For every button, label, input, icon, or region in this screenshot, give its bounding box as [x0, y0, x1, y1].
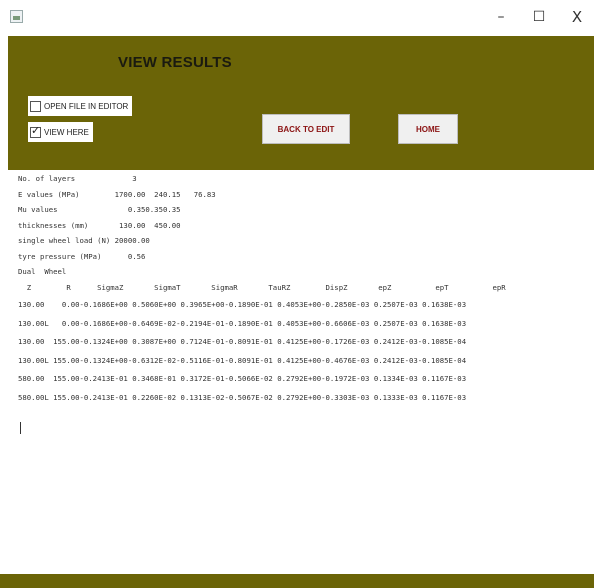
table-row: 580.00L 155.00-0.2413E-01 0.2260E-02 0.1…: [18, 393, 467, 402]
home-button[interactable]: HOME: [398, 114, 458, 144]
page-title: VIEW RESULTS: [118, 54, 232, 71]
output-line: Dual Wheel: [18, 267, 67, 276]
java-app-icon: [10, 10, 23, 23]
bottom-panel: [0, 574, 594, 588]
table-row: 580.00 155.00-0.2413E-01 0.3468E-01 0.31…: [18, 374, 467, 383]
output-line: No. of layers 3: [18, 174, 137, 183]
text-caret: [20, 422, 21, 434]
view-here-label: VIEW HERE: [44, 127, 89, 137]
back-to-edit-button[interactable]: BACK TO EDIT: [262, 114, 350, 144]
output-line: Mu values 0.350.350.35: [18, 205, 181, 214]
open-file-in-editor-checkbox[interactable]: OPEN FILE IN EDITOR: [28, 96, 133, 116]
maximize-button[interactable]: ☐: [525, 6, 553, 28]
table-row: 130.00L 155.00-0.1324E+00-0.6312E-02-0.5…: [18, 356, 467, 365]
table-row: 130.00 0.00-0.1686E+00 0.5060E+00 0.3965…: [18, 300, 467, 309]
output-line: tyre pressure (MPa) 0.56: [18, 252, 146, 261]
view-here-checkbox[interactable]: VIEW HERE: [28, 122, 93, 142]
table-row: 130.00L 0.00-0.1686E+00-0.6469E-02-0.219…: [18, 319, 467, 328]
close-button[interactable]: X: [563, 6, 591, 28]
table-row: 130.00 155.00-0.1324E+00 0.3087E+00 0.71…: [18, 337, 467, 346]
output-line: single wheel load (N) 20000.00: [18, 236, 150, 245]
results-text-area[interactable]: No. of layers 3 E values (MPa) 1700.00 2…: [18, 170, 590, 566]
table-header-row: Z R SigmaZ SigmaT SigmaR TauRZ DispZ epZ…: [18, 283, 506, 292]
checkbox-checked-icon[interactable]: [30, 124, 41, 138]
output-line: thicknesses (mm) 130.00 450.00: [18, 221, 181, 230]
output-line: E values (MPa) 1700.00 240.15 76.83: [18, 190, 216, 199]
open-file-label: OPEN FILE IN EDITOR: [44, 101, 129, 111]
control-panel: VIEW RESULTS OPEN FILE IN EDITOR VIEW HE…: [8, 36, 594, 170]
window-titlebar: – ☐ X: [0, 0, 594, 36]
minimize-button[interactable]: –: [487, 6, 515, 28]
checkbox-unchecked-icon[interactable]: [30, 100, 41, 112]
